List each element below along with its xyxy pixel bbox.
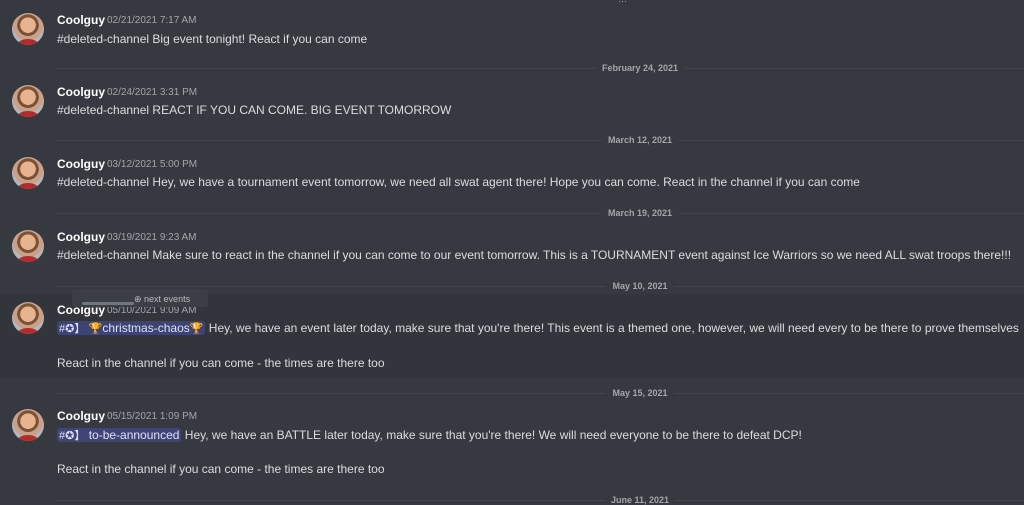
message-body: Hey, we have an BATTLE later today, make… [184, 428, 802, 442]
trophy-icon: 🏆 [88, 323, 103, 335]
message-text: #deleted-channel REACT IF YOU CAN COME. … [57, 103, 452, 117]
date-divider-label: June 11, 2021 [604, 495, 676, 505]
channel-mention[interactable]: #✪】 🏆christmas-chaos🏆 [57, 321, 206, 335]
date-divider [56, 213, 1024, 214]
timestamp: 03/19/2021 9:23 AM [107, 232, 197, 243]
tooltip-label: ⊕ next events [134, 294, 191, 304]
date-divider-label: May 10, 2021 [606, 281, 674, 291]
avatar[interactable] [12, 230, 44, 262]
message: Coolguy 03/12/2021 5:00 PM #deleted-chan… [0, 152, 1024, 202]
date-divider-label: February 24, 2021 [595, 63, 685, 73]
author-name[interactable]: Coolguy [57, 409, 105, 423]
message: Coolguy 02/24/2021 3:31 PM #deleted-chan… [0, 80, 1024, 130]
timestamp: 03/12/2021 5:00 PM [107, 159, 198, 170]
channel-mention-label: to-be-announced [88, 428, 180, 442]
author-name[interactable]: Coolguy [57, 157, 105, 171]
date-divider [56, 140, 1024, 141]
avatar[interactable] [12, 409, 44, 441]
message-text-line2: React in the channel if you can come - t… [57, 356, 385, 370]
timestamp: 05/15/2021 1:09 PM [107, 411, 198, 422]
message: Coolguy 02/21/2021 7:17 AM #deleted-chan… [0, 0, 1024, 60]
message-text: #deleted-channel Big event tonight! Reac… [57, 32, 368, 46]
message-text: #✪】 to-be-announced Hey, we have an BATT… [57, 427, 802, 443]
message-text: #✪】 🏆christmas-chaos🏆 Hey, we have an ev… [57, 320, 1019, 336]
author-name[interactable]: Coolguy [57, 85, 105, 99]
author-name[interactable]: Coolguy [57, 230, 105, 244]
tooltip-progress-bar [82, 302, 134, 305]
message-text: #deleted-channel Hey, we have a tourname… [57, 175, 860, 189]
date-divider [56, 286, 1024, 287]
channel-mention[interactable]: #✪】 to-be-announced [57, 428, 182, 442]
author-name[interactable]: Coolguy [57, 13, 105, 27]
date-divider [56, 393, 1024, 394]
channel-mention-label: christmas-chaos [102, 321, 190, 335]
message-text-line2: React in the channel if you can come - t… [57, 462, 385, 476]
message: Coolguy 03/19/2021 9:23 AM #deleted-chan… [0, 225, 1024, 275]
date-divider-label: March 19, 2021 [601, 208, 679, 218]
avatar[interactable] [12, 13, 44, 45]
channel-icon: #✪】 [59, 323, 86, 335]
avatar[interactable] [12, 157, 44, 189]
trophy-icon: 🏆 [189, 323, 204, 335]
date-divider [56, 500, 1024, 501]
scroll-tooltip[interactable]: ⊕ next events [72, 289, 208, 307]
date-divider-label: May 15, 2021 [606, 388, 674, 398]
timestamp: 02/24/2021 3:31 PM [107, 87, 198, 98]
message: Coolguy 05/15/2021 1:09 PM #✪】 to-be-ann… [0, 404, 1024, 488]
date-divider [56, 68, 1024, 69]
date-divider-label: March 12, 2021 [601, 135, 679, 145]
message-body: Hey, we have an event later today, make … [208, 321, 1019, 335]
timestamp: 02/21/2021 7:17 AM [107, 15, 197, 26]
channel-icon: #✪】 [59, 430, 86, 442]
message-text: #deleted-channel Make sure to react in t… [57, 248, 1012, 262]
avatar[interactable] [12, 85, 44, 117]
avatar[interactable] [12, 302, 44, 334]
